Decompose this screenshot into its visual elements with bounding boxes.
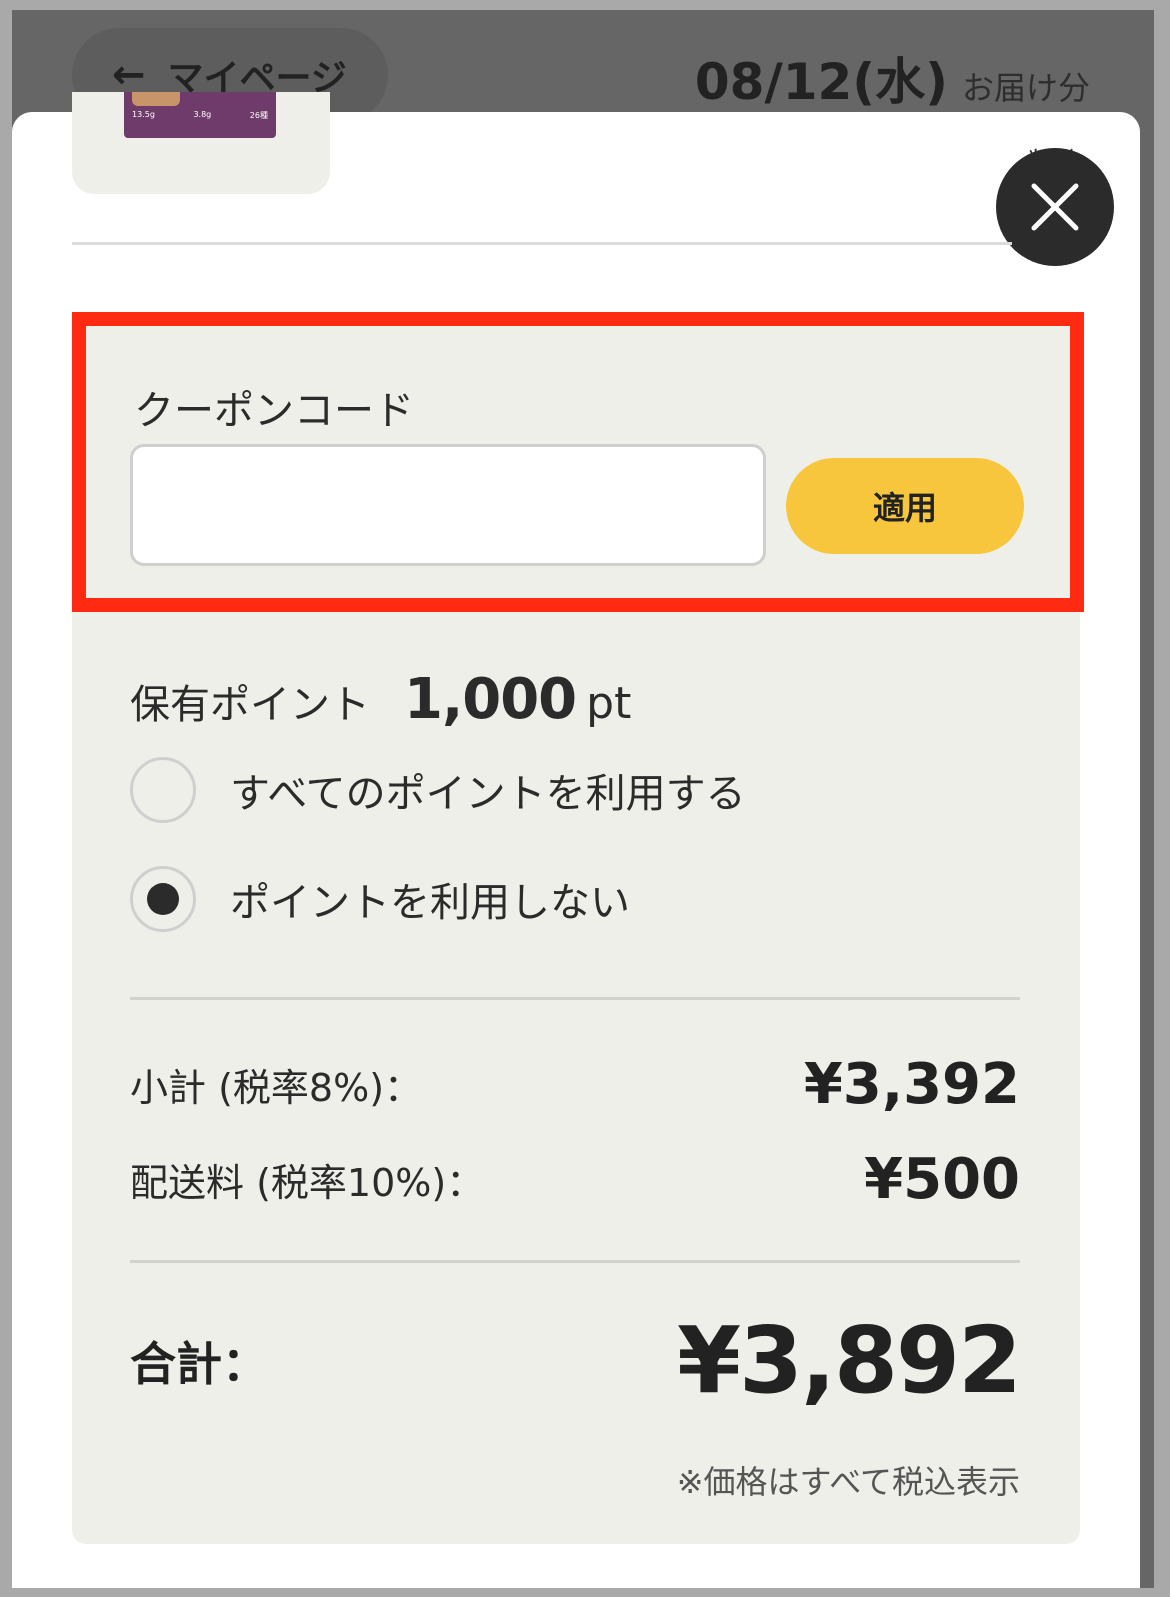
- shipping-label: 配送料 (税率10%)：: [130, 1161, 485, 1205]
- divider: [130, 1260, 1020, 1263]
- delivery-suffix: お届け分: [961, 69, 1090, 107]
- total-value: ¥3,892: [676, 1307, 1022, 1414]
- use-all-points-option[interactable]: すべてのポイントを利用する: [130, 757, 746, 823]
- subtotal-value: ¥3,392: [803, 1052, 1020, 1117]
- radio-label: ポイントを利用しない: [230, 880, 630, 926]
- product-image: 13.5g 3.8g 26種: [124, 92, 276, 138]
- tax-note: ※価格はすべて税込表示: [676, 1463, 1020, 1501]
- product-thumbnail: 13.5g 3.8g 26種: [72, 92, 330, 194]
- shipping-value: ¥500: [864, 1147, 1020, 1212]
- subtotal-label: 小計 (税率8%)：: [130, 1066, 423, 1110]
- order-detail-sheet: 13.5g3.8g26種 削除 クーポンコード 適用 保有ポイント 1,000 …: [12, 92, 1140, 1588]
- app-frame: ← マイページ 08/12(水) お届け分 13.5g3.8g26種 削除 クー…: [12, 10, 1154, 1588]
- coupon-section: クーポンコード 適用: [72, 312, 1084, 612]
- points-value: 1,000: [404, 667, 577, 732]
- divider: [130, 997, 1020, 1000]
- delivery-date: 08/12(水): [694, 53, 948, 111]
- arrow-left-icon: ←: [112, 52, 146, 98]
- radio-label: すべてのポイントを利用する: [230, 771, 746, 817]
- apply-coupon-button[interactable]: 適用: [786, 458, 1024, 554]
- no-points-option[interactable]: ポイントを利用しない: [130, 866, 630, 932]
- points-balance: 保有ポイント 1,000 pt: [130, 667, 631, 732]
- coupon-label: クーポンコード: [134, 388, 414, 434]
- radio-button[interactable]: [130, 757, 196, 823]
- points-unit: pt: [586, 678, 632, 729]
- close-button[interactable]: [996, 148, 1114, 266]
- points-label: 保有ポイント: [130, 682, 370, 728]
- radio-button-checked[interactable]: [130, 866, 196, 932]
- shipping-row: 配送料 (税率10%)： ¥500: [130, 1147, 1020, 1212]
- subtotal-row: 小計 (税率8%)： ¥3,392: [130, 1052, 1020, 1117]
- total-row: 合計： ¥3,892: [130, 1307, 1022, 1414]
- close-icon: [1031, 183, 1079, 231]
- total-label: 合計：: [130, 1336, 268, 1391]
- delivery-date-header: 08/12(水) お届け分: [695, 42, 1090, 114]
- coupon-code-input[interactable]: [130, 444, 766, 566]
- divider: [72, 242, 1012, 245]
